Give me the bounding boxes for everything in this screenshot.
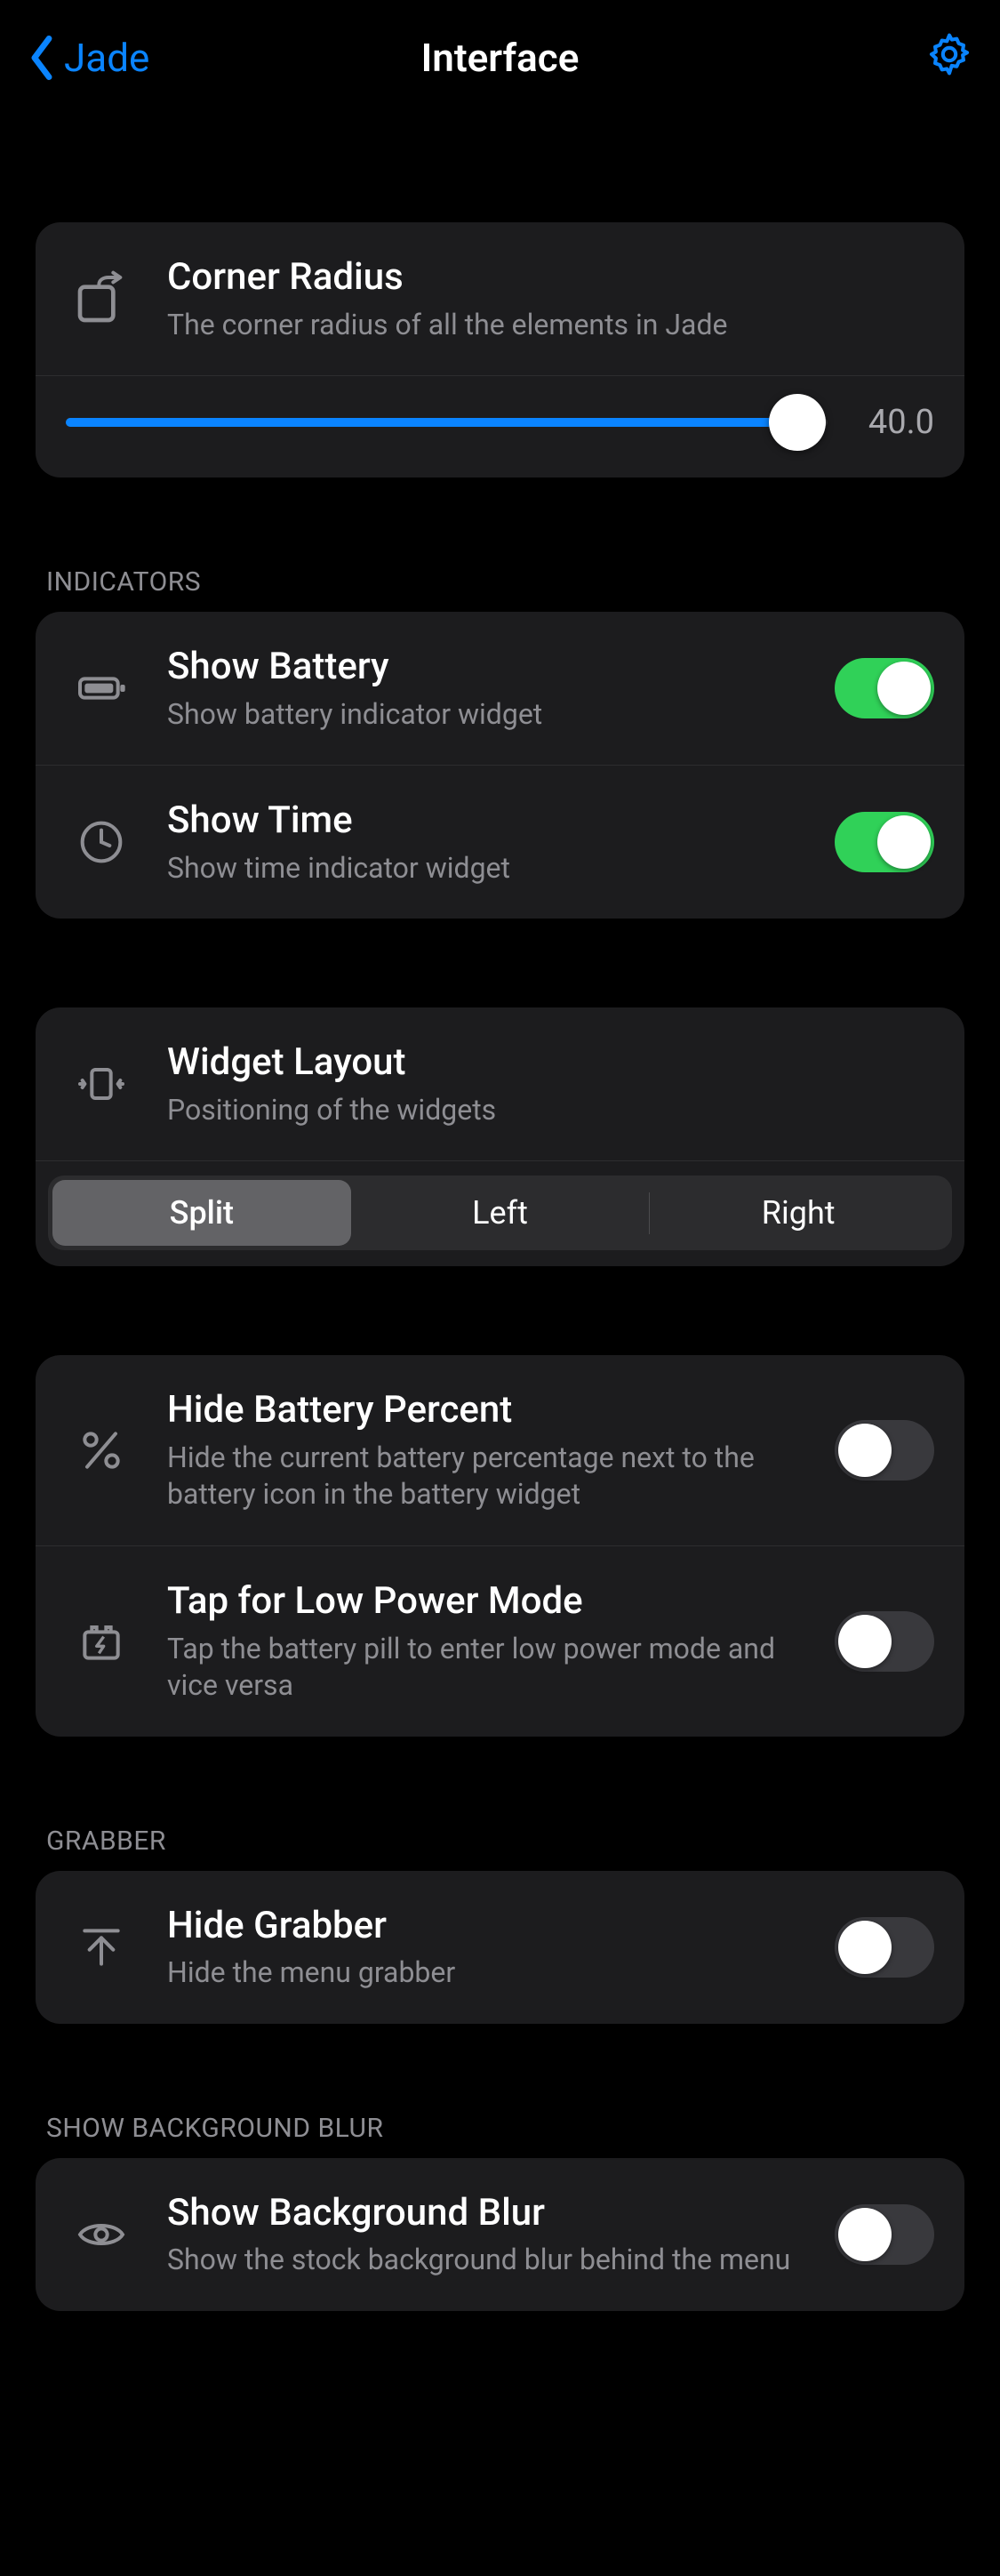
hide-grabber-title: Hide Grabber (167, 1903, 804, 1950)
bg-blur-header: SHOW BACKGROUND BLUR (0, 2113, 1000, 2158)
corner-radius-icon (66, 270, 137, 327)
chevron-left-icon (27, 34, 57, 82)
page-title: Interface (0, 35, 1000, 81)
arrow-up-bar-icon (66, 1919, 137, 1976)
indicators-header: INDICATORS (0, 566, 1000, 612)
corner-radius-subtitle: The corner radius of all the elements in… (167, 307, 934, 344)
corner-radius-value: 40.0 (854, 403, 934, 442)
corner-radius-slider[interactable] (66, 418, 828, 427)
segment-right[interactable]: Right (649, 1180, 948, 1246)
back-button[interactable]: Jade (27, 34, 149, 82)
show-time-title: Show Time (167, 798, 804, 845)
tap-lpm-subtitle: Tap the battery pill to enter low power … (167, 1631, 804, 1705)
slider-fill (66, 418, 797, 427)
eye-icon (66, 2206, 137, 2263)
grabber-header: GRABBER (0, 1826, 1000, 1871)
widget-layout-title: Widget Layout (167, 1039, 934, 1087)
show-battery-subtitle: Show battery indicator widget (167, 696, 804, 734)
segment-split[interactable]: Split (52, 1180, 351, 1246)
gear-icon (925, 30, 973, 78)
hide-battery-percent-subtitle: Hide the current battery percentage next… (167, 1440, 804, 1513)
back-label: Jade (64, 35, 149, 81)
widget-layout-subtitle: Positioning of the widgets (167, 1092, 934, 1129)
show-battery-toggle[interactable] (835, 658, 934, 718)
hide-grabber-toggle[interactable] (835, 1917, 934, 1978)
show-bg-blur-toggle[interactable] (835, 2204, 934, 2265)
corner-radius-title: Corner Radius (167, 254, 934, 301)
low-power-icon (66, 1613, 137, 1670)
tap-lpm-toggle[interactable] (835, 1611, 934, 1672)
tap-lpm-title: Tap for Low Power Mode (167, 1578, 804, 1625)
percent-icon (66, 1422, 137, 1479)
hide-grabber-subtitle: Hide the menu grabber (167, 1954, 804, 1992)
clock-icon (66, 814, 137, 871)
show-time-toggle[interactable] (835, 812, 934, 872)
show-bg-blur-subtitle: Show the stock background blur behind th… (167, 2242, 804, 2279)
slider-thumb[interactable] (769, 394, 826, 451)
segment-left[interactable]: Left (351, 1180, 650, 1246)
hide-battery-percent-toggle[interactable] (835, 1420, 934, 1481)
settings-button[interactable] (925, 30, 973, 85)
show-bg-blur-title: Show Background Blur (167, 2190, 804, 2237)
show-battery-title: Show Battery (167, 644, 804, 691)
show-time-subtitle: Show time indicator widget (167, 850, 804, 887)
layout-icon (66, 1055, 137, 1112)
widget-layout-segmented[interactable]: Split Left Right (48, 1176, 952, 1250)
battery-icon (66, 660, 137, 717)
hide-battery-percent-title: Hide Battery Percent (167, 1387, 804, 1434)
